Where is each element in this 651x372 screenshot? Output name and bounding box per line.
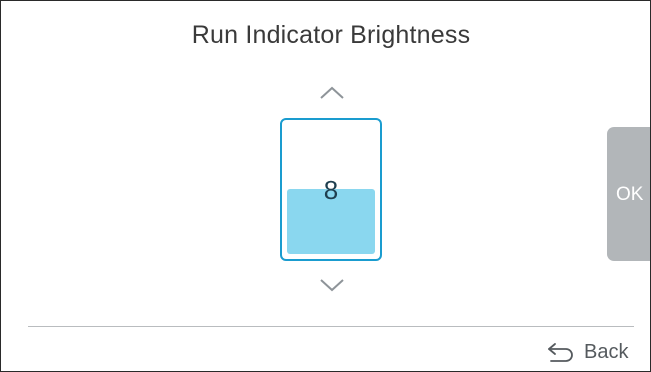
chevron-down-icon [320, 279, 344, 292]
back-button-label: Back [584, 340, 629, 363]
chevron-up-icon [320, 86, 344, 99]
ok-button-label: OK [616, 184, 644, 205]
ok-button[interactable]: OK [607, 127, 650, 261]
divider [28, 326, 634, 327]
increase-button[interactable] [317, 84, 347, 102]
brightness-level-indicator[interactable]: 8 [280, 118, 382, 261]
page-title: Run Indicator Brightness [191, 21, 471, 49]
decrease-button[interactable] [317, 276, 347, 294]
back-button[interactable]: Back [546, 338, 628, 366]
brightness-settings-screen: Run Indicator Brightness 8 OK Back [0, 0, 651, 372]
brightness-value: 8 [323, 175, 339, 205]
back-icon [546, 341, 576, 363]
